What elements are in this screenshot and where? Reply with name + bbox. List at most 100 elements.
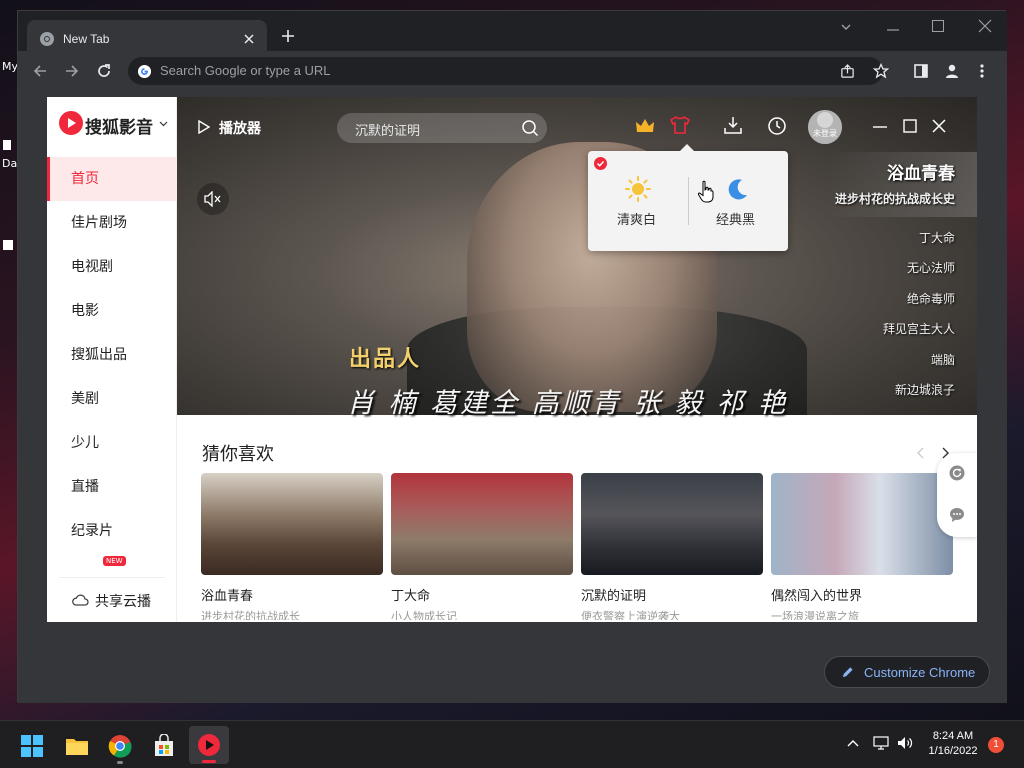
shared-cloud-play-button[interactable]: 共享云播 — [71, 590, 171, 612]
card-subtitle: 进步村花的抗战成长 — [201, 610, 300, 620]
recommendation-card[interactable]: 偶然闯入的世界 一场浪漫说离之旅 — [771, 473, 953, 620]
sidebar-item-theater[interactable]: 佳片剧场 — [47, 201, 177, 245]
maximize-window-icon[interactable] — [931, 19, 945, 33]
side-list-item[interactable]: 无心法师 — [907, 259, 955, 276]
card-thumbnail — [391, 473, 573, 575]
sidebar-item-movies[interactable]: 电影 — [47, 289, 177, 333]
app-close-icon[interactable] — [932, 119, 946, 133]
theme-light-label: 清爽白 — [617, 213, 657, 228]
theme-divider — [688, 177, 689, 225]
card-thumbnail — [201, 473, 383, 575]
sohu-logo-icon — [59, 111, 83, 135]
mute-button[interactable] — [197, 183, 229, 215]
network-icon[interactable] — [873, 736, 889, 750]
new-tab-icon[interactable] — [281, 29, 295, 43]
sohu-video-app: 搜狐影音 首页 佳片剧场 电视剧 电影 搜狐出品 美剧 少儿 直播 纪录片 NE… — [47, 97, 977, 622]
sidebar-divider — [59, 577, 165, 578]
card-title: 偶然闯入的世界 — [771, 589, 863, 604]
notification-badge[interactable]: 1 — [988, 737, 1004, 753]
carousel-prev-icon[interactable] — [917, 447, 925, 459]
windows-start-icon[interactable] — [21, 735, 43, 757]
shared-cloud-play-label: 共享云播 — [95, 594, 151, 610]
sidebar-item-live[interactable]: 直播 — [47, 465, 177, 509]
play-icon — [198, 119, 211, 135]
volume-icon[interactable] — [897, 736, 913, 750]
close-tab-icon[interactable] — [243, 33, 255, 45]
floating-toolbar — [937, 453, 977, 537]
selected-check-icon — [594, 157, 607, 170]
microsoft-store-icon[interactable] — [152, 734, 176, 758]
desktop-icon[interactable] — [3, 240, 13, 250]
theme-option-light[interactable]: 清爽白 — [610, 173, 670, 243]
recommendation-card[interactable]: 浴血青春 进步村花的抗战成长 — [201, 473, 383, 620]
customize-chrome-label: Customize Chrome — [864, 665, 976, 680]
hero-banner[interactable]: 播放器 沉默的证明 未登录 出品人 肖 楠 葛建全 高顺青 张 毅 祁 艳 浴血… — [177, 97, 977, 419]
bookmark-star-icon[interactable] — [873, 63, 889, 79]
forward-arrow-icon[interactable] — [64, 63, 80, 79]
recommendation-card[interactable]: 丁大命 小人物成长记 — [391, 473, 573, 620]
login-status: 未登录 — [813, 129, 837, 138]
section-title: 猜你喜欢 — [202, 444, 274, 465]
minimize-window-icon[interactable] — [886, 23, 900, 37]
share-icon[interactable] — [840, 64, 855, 79]
recommendation-card[interactable]: 沉默的证明 便衣警察上演逆袭大 — [581, 473, 763, 620]
featured-show-title[interactable]: 浴血青春 — [887, 159, 955, 184]
sidebar-item-documentary[interactable]: 纪录片 — [47, 509, 177, 553]
google-g-icon — [137, 64, 152, 79]
sidebar-item-sohu-originals[interactable]: 搜狐出品 — [47, 333, 177, 377]
user-avatar[interactable]: 未登录 — [808, 110, 842, 144]
menu-kebab-icon[interactable] — [980, 63, 984, 79]
side-panel-icon[interactable] — [914, 64, 928, 78]
skin-shirt-icon[interactable] — [669, 115, 691, 135]
file-explorer-icon[interactable] — [65, 735, 89, 757]
desktop-icon[interactable] — [3, 140, 11, 150]
side-list-item[interactable]: 丁大命 — [919, 229, 955, 246]
app-search-bar[interactable]: 沉默的证明 — [337, 113, 547, 143]
customize-chrome-button[interactable]: Customize Chrome — [824, 656, 990, 688]
sidebar-item-kids[interactable]: 少儿 — [47, 421, 177, 465]
theme-option-dark[interactable]: 经典黑 — [708, 173, 768, 243]
hand-cursor-icon — [697, 180, 714, 203]
desktop-icon-label[interactable]: Da — [2, 157, 17, 170]
card-title: 浴血青春 — [201, 589, 254, 604]
sidebar-item-tv[interactable]: 电视剧 — [47, 245, 177, 289]
tray-chevron-up-icon[interactable] — [847, 739, 859, 747]
profile-avatar-icon[interactable] — [944, 63, 960, 79]
history-clock-icon[interactable] — [767, 116, 787, 136]
card-title: 沉默的证明 — [581, 589, 647, 604]
download-icon[interactable] — [724, 116, 742, 134]
address-bar-placeholder: Search Google or type a URL — [160, 63, 331, 78]
system-clock[interactable]: 8:24 AM 1/16/2022 — [918, 729, 988, 759]
desktop-icon-label[interactable]: My — [2, 60, 18, 73]
app-minimize-icon[interactable] — [873, 125, 887, 129]
clock-time: 8:24 AM — [932, 730, 974, 742]
new-badge: NEW — [103, 556, 126, 566]
app-maximize-icon[interactable] — [903, 119, 917, 133]
app-search-placeholder: 沉默的证明 — [355, 124, 421, 139]
sidebar-item-home[interactable]: 首页 — [47, 157, 177, 201]
card-subtitle: 一场浪漫说离之旅 — [771, 610, 859, 620]
feedback-chat-icon[interactable] — [949, 507, 965, 523]
vip-crown-icon[interactable] — [635, 117, 655, 135]
reload-icon[interactable] — [96, 63, 112, 79]
side-list-item[interactable]: 端脑 — [931, 351, 955, 368]
tab-search-chevron-icon[interactable] — [840, 21, 852, 33]
refresh-icon[interactable] — [949, 465, 965, 481]
card-title: 丁大命 — [391, 589, 431, 604]
side-list-item[interactable]: 拜见宫主大人 — [883, 320, 955, 337]
card-thumbnail — [581, 473, 763, 575]
credit-label: 出品人 — [349, 347, 422, 372]
credit-names: 肖 楠 葛建全 高顺青 张 毅 祁 艳 — [347, 388, 789, 419]
theme-popup: 清爽白 经典黑 — [588, 144, 788, 251]
brand-dropdown-icon[interactable] — [159, 121, 168, 127]
address-bar[interactable]: Search Google or type a URL — [128, 57, 889, 85]
back-arrow-icon[interactable] — [32, 63, 48, 79]
browser-toolbar: Search Google or type a URL — [18, 51, 1007, 91]
side-list-item[interactable]: 绝命毒师 — [907, 290, 955, 307]
sohu-taskbar-button[interactable] — [189, 726, 229, 764]
chrome-taskbar-icon[interactable] — [108, 734, 132, 758]
sidebar-item-us-series[interactable]: 美剧 — [47, 377, 177, 421]
close-window-icon[interactable] — [978, 19, 992, 33]
search-icon[interactable] — [521, 119, 539, 137]
side-list-item[interactable]: 新边城浪子 — [895, 381, 955, 398]
